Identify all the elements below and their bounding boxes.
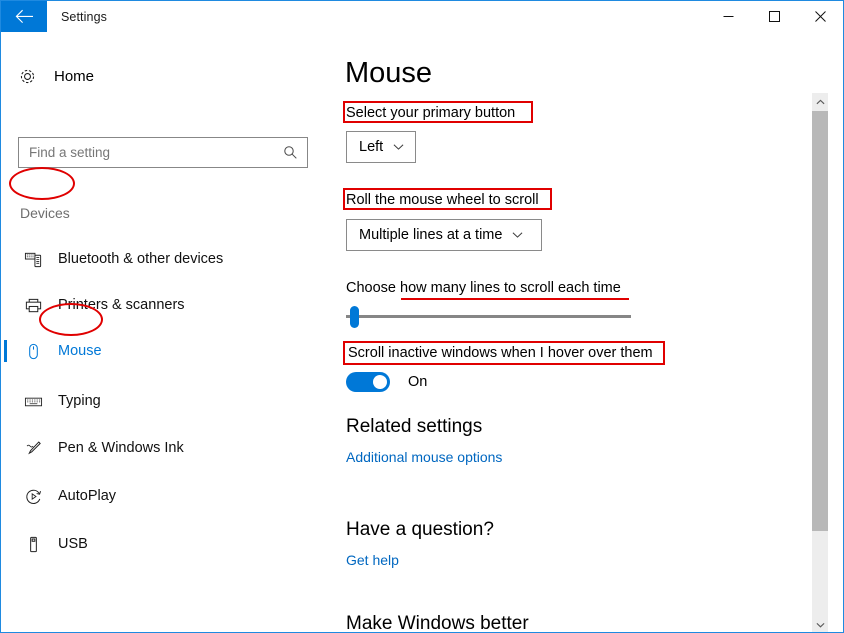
minimize-button[interactable] bbox=[705, 1, 751, 32]
maximize-icon bbox=[768, 11, 780, 22]
primary-button-label: Select your primary button bbox=[346, 105, 516, 121]
chevron-down-icon bbox=[815, 622, 825, 628]
sidebar-item-usb[interactable]: USB bbox=[2, 524, 322, 564]
search-icon[interactable] bbox=[283, 145, 307, 160]
have-a-question-heading: Have a question? bbox=[346, 519, 494, 540]
sidebar-item-home[interactable]: Home bbox=[18, 59, 308, 93]
scrollbar-up-button[interactable] bbox=[812, 93, 828, 110]
toggle-knob bbox=[373, 375, 387, 389]
sidebar-item-mouse[interactable]: Mouse bbox=[2, 331, 322, 371]
sidebar-group-header: Devices bbox=[20, 205, 70, 221]
primary-button-value: Left bbox=[359, 139, 384, 155]
autoplay-icon bbox=[16, 487, 50, 506]
wheel-scroll-value: Multiple lines at a time bbox=[359, 227, 503, 243]
selection-accent-bar bbox=[4, 485, 7, 507]
sidebar-item-bluetooth-other-devices[interactable]: Bluetooth & other devices bbox=[2, 239, 322, 279]
printer-icon bbox=[16, 296, 50, 315]
selection-accent-bar bbox=[4, 340, 7, 362]
maximize-button[interactable] bbox=[751, 1, 797, 32]
sidebar-item-typing[interactable]: Typing bbox=[2, 381, 322, 421]
minimize-icon bbox=[723, 16, 733, 17]
gear-icon bbox=[18, 67, 48, 86]
search-input[interactable] bbox=[19, 138, 283, 167]
chevron-down-icon bbox=[512, 231, 523, 239]
inactive-scroll-label: Scroll inactive windows when I hover ove… bbox=[348, 345, 653, 361]
sidebar-item-printers-scanners[interactable]: Printers & scanners bbox=[2, 285, 322, 325]
inactive-scroll-toggle[interactable] bbox=[346, 372, 390, 392]
lines-slider-label: Choose how many lines to scroll each tim… bbox=[346, 280, 621, 296]
title-bar: Settings bbox=[1, 1, 843, 32]
scrollbar-down-button[interactable] bbox=[812, 616, 828, 632]
sidebar-item-autoplay[interactable]: AutoPlay bbox=[2, 476, 322, 516]
slider-track bbox=[346, 315, 631, 318]
search-box[interactable] bbox=[18, 137, 308, 168]
pen-icon bbox=[16, 439, 50, 458]
selection-accent-bar bbox=[4, 294, 7, 316]
slider-thumb[interactable] bbox=[350, 306, 359, 328]
sidebar-item-label: Pen & Windows Ink bbox=[58, 440, 184, 456]
sidebar-item-home-label: Home bbox=[54, 67, 95, 85]
toggle-state-label: On bbox=[408, 374, 428, 390]
sidebar-item-label: USB bbox=[58, 536, 88, 552]
selection-accent-bar bbox=[4, 390, 7, 412]
window-title: Settings bbox=[61, 9, 107, 24]
bluetooth-devices-icon bbox=[16, 250, 50, 269]
get-help-link[interactable]: Get help bbox=[346, 552, 399, 568]
sidebar: Home Devices bbox=[2, 32, 322, 632]
back-button[interactable] bbox=[1, 1, 47, 32]
keyboard-icon bbox=[16, 392, 50, 411]
sidebar-item-label: AutoPlay bbox=[58, 488, 117, 504]
page-title: Mouse bbox=[345, 57, 433, 89]
settings-window: Settings Home Find a setting Devices Blu… bbox=[0, 0, 844, 633]
window-controls bbox=[705, 1, 843, 32]
selection-accent-bar bbox=[4, 248, 7, 270]
chevron-up-icon bbox=[815, 99, 825, 104]
close-icon bbox=[814, 11, 826, 22]
related-settings-heading: Related settings bbox=[346, 416, 483, 437]
wheel-scroll-label: Roll the mouse wheel to scroll bbox=[346, 192, 539, 208]
close-button[interactable] bbox=[797, 1, 843, 32]
usb-icon bbox=[16, 535, 50, 554]
content-scrollbar[interactable] bbox=[812, 93, 828, 632]
sidebar-item-label: Printers & scanners bbox=[58, 297, 185, 313]
sidebar-item-label: Bluetooth & other devices bbox=[58, 251, 224, 267]
selection-accent-bar bbox=[4, 437, 7, 459]
additional-mouse-options-link[interactable]: Additional mouse options bbox=[346, 449, 502, 465]
sidebar-item-pen-windows-ink[interactable]: Pen & Windows Ink bbox=[2, 428, 322, 468]
main-content: Mouse bbox=[322, 32, 812, 632]
chevron-down-icon bbox=[393, 143, 404, 151]
mouse-icon bbox=[16, 342, 50, 361]
back-arrow-icon bbox=[15, 9, 33, 23]
primary-button-dropdown[interactable]: Left bbox=[346, 131, 416, 163]
sidebar-item-label: Mouse bbox=[58, 343, 102, 359]
make-windows-better-heading: Make Windows better bbox=[346, 613, 529, 633]
scrollbar-thumb[interactable] bbox=[812, 111, 828, 531]
wheel-scroll-dropdown[interactable]: Multiple lines at a time bbox=[346, 219, 542, 251]
selection-accent-bar bbox=[4, 533, 7, 555]
sidebar-item-label: Typing bbox=[58, 393, 101, 409]
lines-to-scroll-slider[interactable] bbox=[346, 304, 631, 330]
inactive-scroll-toggle-group: On bbox=[346, 372, 427, 392]
